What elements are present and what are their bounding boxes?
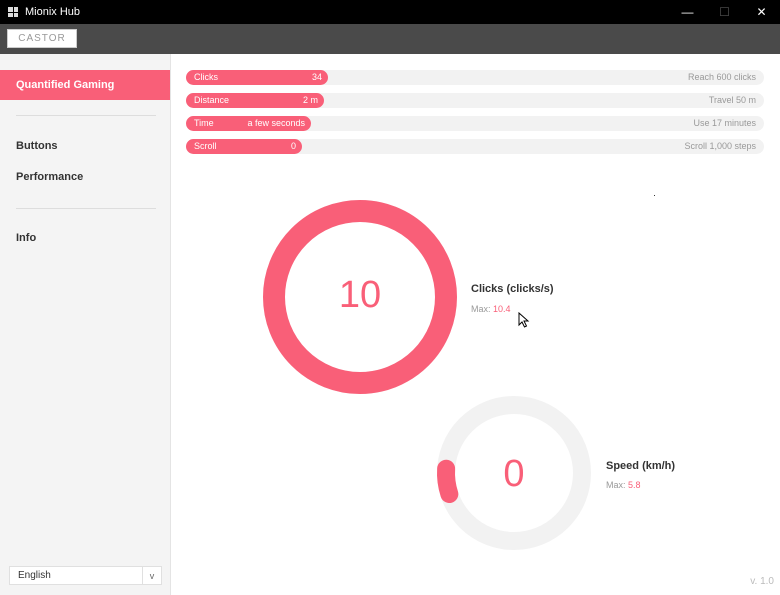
language-select[interactable]: English v: [9, 566, 162, 585]
device-bar: CASTOR: [0, 24, 780, 54]
sidebar-item-performance[interactable]: Performance: [0, 162, 170, 192]
progress-bar-time: Time a few seconds Use 17 minutes: [186, 116, 764, 131]
sidebar-divider: [16, 115, 156, 116]
progress-goal: Scroll 1,000 steps: [684, 141, 756, 151]
clicks-gauge-value: 10: [338, 274, 382, 316]
progress-value: a few seconds: [247, 118, 305, 128]
speed-gauge-max: Max: 5.8: [606, 480, 641, 490]
app-logo-icon: [8, 7, 18, 17]
clicks-gauge-title: Clicks (clicks/s): [471, 283, 554, 295]
progress-value: 2 m: [302, 95, 318, 105]
sidebar-divider: [16, 208, 156, 209]
progress-goal: Use 17 minutes: [693, 118, 756, 128]
clicks-gauge: 10: [262, 199, 458, 395]
sidebar-item-info[interactable]: Info: [0, 223, 170, 253]
sidebar-item-buttons[interactable]: Buttons: [0, 131, 170, 161]
max-label: Max:: [606, 480, 626, 490]
window-controls: — ☐ ✕: [669, 0, 780, 24]
chevron-down-icon: v: [142, 567, 161, 584]
speed-gauge-value: 0: [503, 453, 525, 495]
progress-bar-scroll: Scroll 0 Scroll 1,000 steps: [186, 139, 764, 154]
max-value: 5.8: [628, 480, 641, 490]
speed-gauge: 0: [436, 395, 592, 551]
max-label: Max:: [471, 304, 491, 314]
progress-bar-clicks: Clicks 34 Reach 600 clicks: [186, 70, 764, 85]
sidebar-item-quantified-gaming[interactable]: Quantified Gaming: [0, 70, 170, 100]
max-value: 10.4: [493, 304, 511, 314]
sidebar: Quantified Gaming Buttons Performance In…: [0, 54, 171, 595]
window-title: Mionix Hub: [25, 6, 81, 18]
progress-bar-distance: Distance 2 m Travel 50 m: [186, 93, 764, 108]
progress-label: Distance: [194, 95, 230, 105]
speed-gauge-title: Speed (km/h): [606, 460, 676, 472]
progress-label: Time: [194, 118, 214, 128]
progress-goal: Travel 50 m: [708, 95, 756, 105]
title-bar: Mionix Hub — ☐ ✕: [0, 0, 780, 24]
progress-label: Clicks: [194, 72, 218, 82]
version-label: v. 1.0: [750, 576, 774, 587]
progress-goal: Reach 600 clicks: [687, 72, 756, 82]
clicks-gauge-max: Max: 10.4: [471, 304, 511, 314]
language-value: English: [18, 570, 51, 581]
mouse-cursor-icon: [518, 312, 530, 328]
stray-pixel: [654, 195, 655, 196]
progress-label: Scroll: [194, 141, 217, 151]
progress-value: 0: [290, 141, 296, 151]
progress-value: 34: [311, 72, 322, 82]
close-icon[interactable]: ✕: [743, 0, 780, 24]
maximize-icon[interactable]: ☐: [706, 0, 743, 24]
device-selector-button[interactable]: CASTOR: [7, 29, 77, 48]
minimize-icon[interactable]: —: [669, 0, 706, 24]
